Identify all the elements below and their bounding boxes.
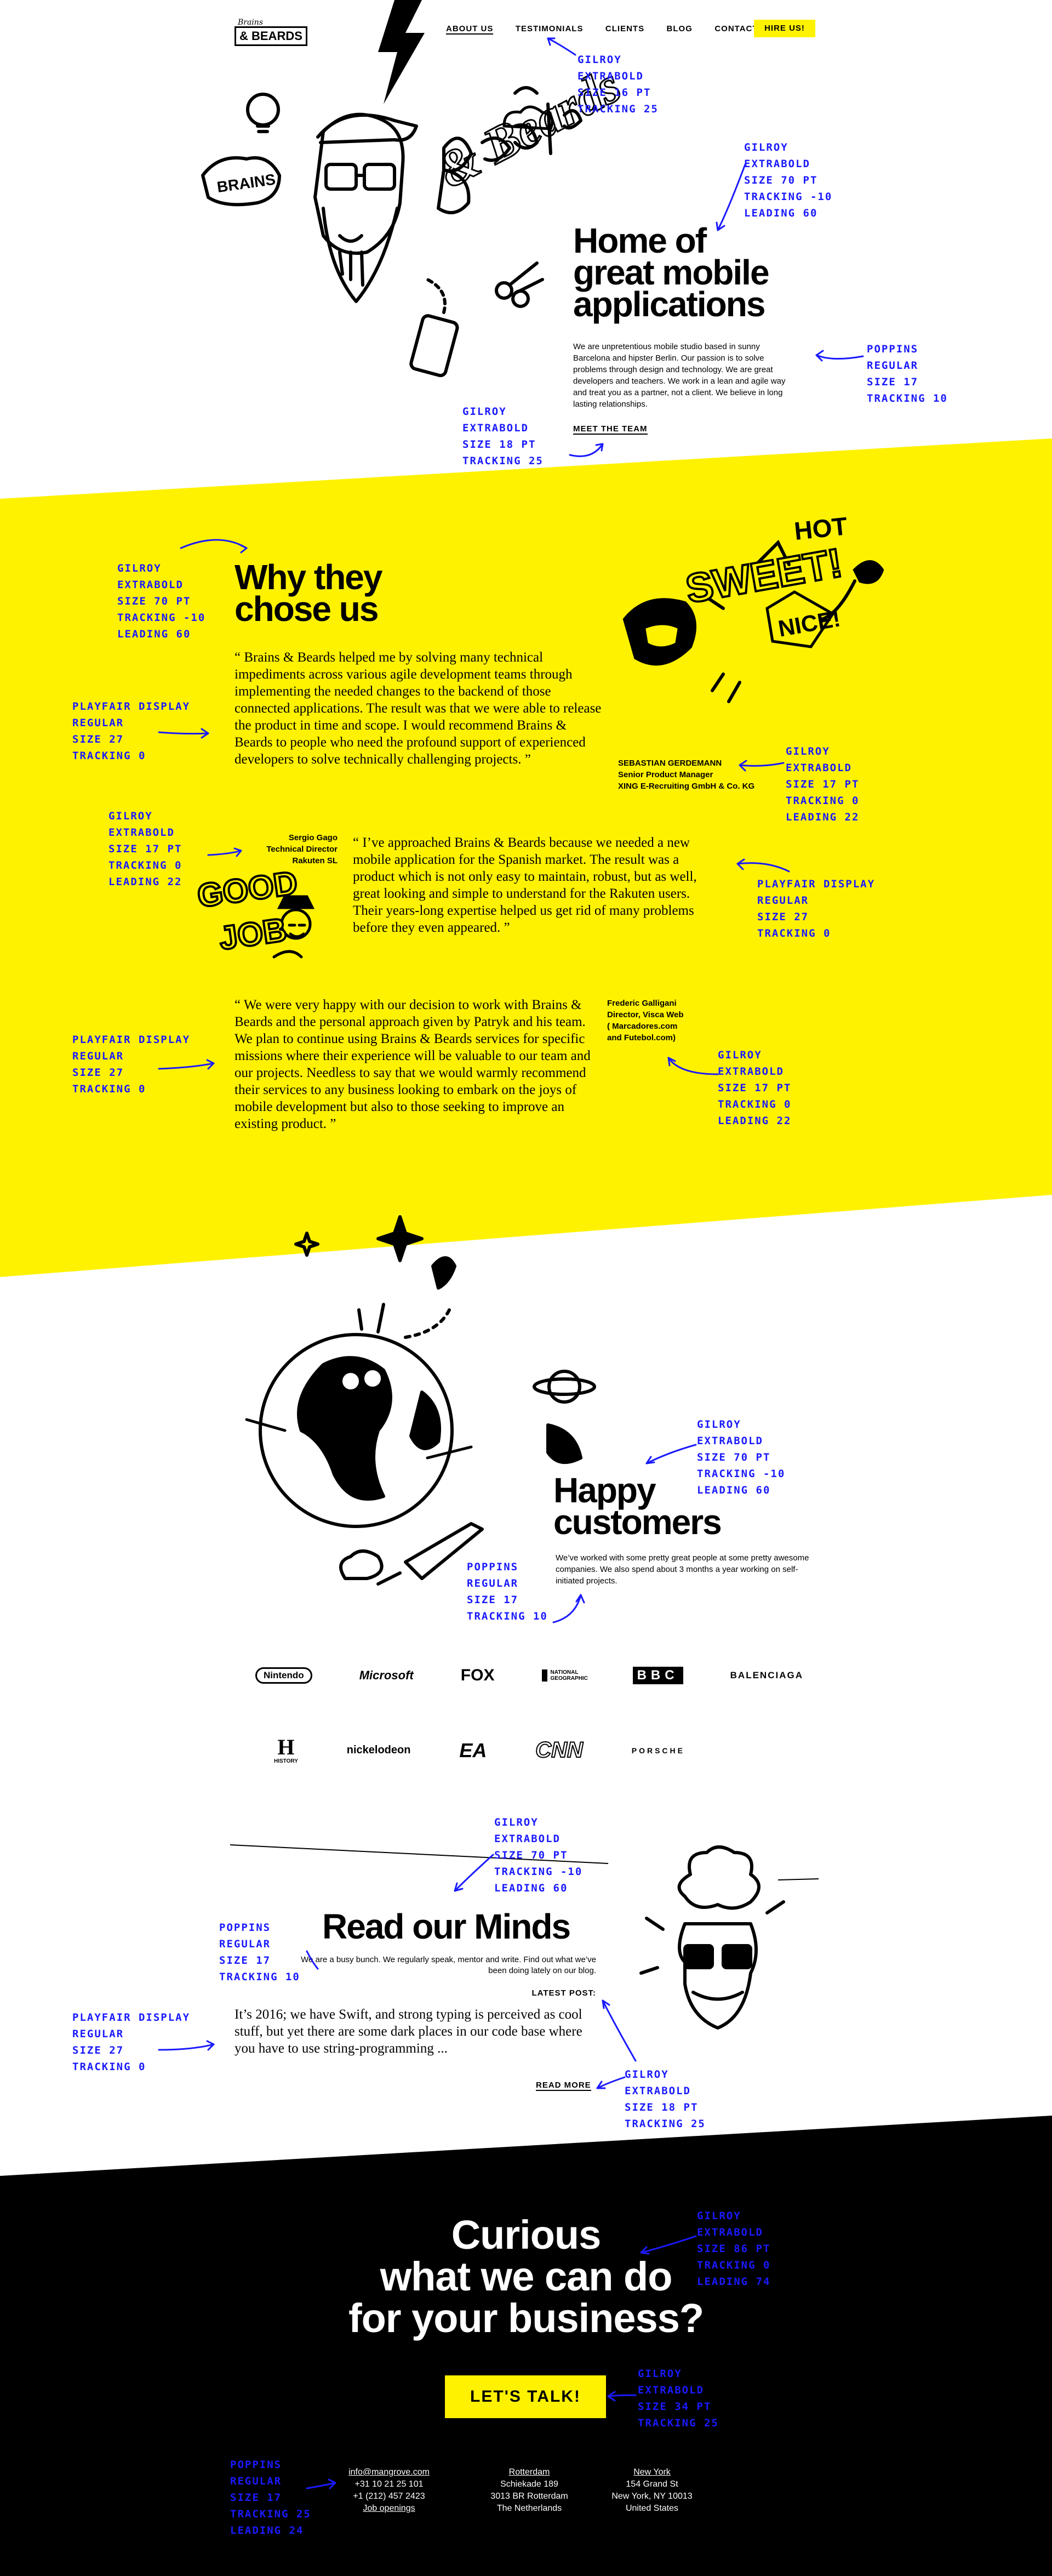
annotation-arrows [158, 37, 864, 2489]
